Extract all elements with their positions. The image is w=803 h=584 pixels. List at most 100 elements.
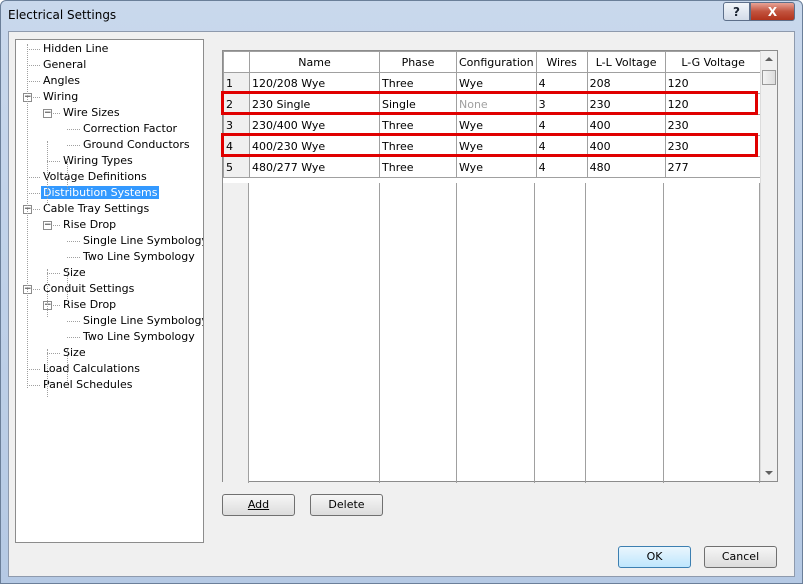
- tree-item-label: Cable Tray Settings: [43, 202, 150, 215]
- settings-tree: Hidden Line General Angles Wiring − Wire Size…: [15, 39, 204, 543]
- tree-item-label: Voltage Definitions: [43, 170, 147, 183]
- scroll-thumb[interactable]: [762, 70, 776, 85]
- tree-connector: [67, 257, 80, 258]
- tree-item-label: General: [43, 58, 87, 71]
- column-header[interactable]: Configuration: [456, 51, 537, 73]
- ok-button[interactable]: OK: [618, 546, 691, 568]
- table-cell[interactable]: 4: [535, 156, 588, 178]
- tree-item-label: Rise Drop: [63, 218, 117, 231]
- tree-item[interactable]: Rise Drop: [61, 297, 118, 313]
- table-row[interactable]: 5 480/277 Wye Three Wye 4 480 277: [223, 156, 762, 178]
- row-highlight-box: [221, 133, 758, 157]
- tree-item[interactable]: Wiring: [41, 89, 80, 105]
- tree-item-label: Size: [63, 266, 86, 279]
- tree-item-label: Conduit Settings: [43, 282, 135, 295]
- tree-item[interactable]: Angles: [41, 73, 82, 89]
- tree-item[interactable]: Wiring Types: [61, 153, 135, 169]
- tree-item[interactable]: Voltage Definitions: [41, 169, 149, 185]
- grid-corner-cell: [223, 51, 250, 73]
- tree-item-label: Two Line Symbology: [83, 250, 195, 263]
- row-number[interactable]: 5: [223, 156, 250, 178]
- tree-guide-line: [67, 269, 68, 301]
- add-button-label: Add: [247, 498, 270, 511]
- column-header[interactable]: L-L Voltage: [586, 51, 666, 73]
- tree-connector: [47, 273, 60, 274]
- column-divider: [663, 183, 664, 483]
- column-header[interactable]: Name: [249, 51, 380, 73]
- tree-guide-line: [67, 349, 68, 381]
- tree-connector: [47, 353, 60, 354]
- tree-connector: [27, 81, 40, 82]
- tree-connector: [27, 369, 40, 370]
- column-divider: [456, 183, 457, 483]
- tree-connector: [27, 193, 40, 194]
- tree-item-label: Single Line Symbology: [83, 234, 204, 247]
- tree-item-label: Correction Factor: [83, 122, 178, 135]
- tree-connector: [67, 129, 80, 130]
- vertical-scrollbar[interactable]: [760, 51, 777, 481]
- column-header[interactable]: Phase: [379, 51, 457, 73]
- table-cell[interactable]: 480/277 Wye: [249, 156, 380, 178]
- tree-item[interactable]: Panel Schedules: [41, 377, 134, 393]
- tree-item[interactable]: Load Calculations: [41, 361, 142, 377]
- tree-connector: [27, 177, 40, 178]
- tree-item[interactable]: Conduit Settings: [41, 281, 136, 297]
- tree-item[interactable]: Correction Factor: [81, 121, 179, 137]
- delete-button[interactable]: Delete: [310, 494, 383, 516]
- tree-item[interactable]: Size: [61, 345, 88, 361]
- table-cell[interactable]: 480: [586, 156, 666, 178]
- help-icon[interactable]: ?: [723, 2, 750, 21]
- tree-item[interactable]: Size: [61, 265, 88, 281]
- column-header[interactable]: Wires: [535, 51, 588, 73]
- dialog-client-area: Hidden Line General Angles Wiring − Wire Size…: [8, 31, 795, 577]
- tree-item[interactable]: Wire Sizes: [61, 105, 122, 121]
- close-icon[interactable]: X: [750, 2, 795, 21]
- tree-item-label: Wiring: [43, 90, 79, 103]
- tree-item[interactable]: Two Line Symbology: [81, 249, 197, 265]
- tree-guide-line: [47, 269, 48, 317]
- collapse-icon[interactable]: −: [43, 221, 52, 230]
- collapse-icon[interactable]: −: [43, 109, 52, 118]
- tree-item-label: Wire Sizes: [63, 106, 120, 119]
- tree-item[interactable]: General: [41, 57, 88, 73]
- row-highlight-box: [221, 91, 758, 115]
- tree-item-label: Angles: [43, 74, 81, 87]
- title-bar[interactable]: Electrical Settings ? X: [1, 1, 802, 31]
- tree-item-label: Load Calculations: [43, 362, 140, 375]
- tree-item[interactable]: Hidden Line: [41, 41, 110, 57]
- tree-connector: [67, 145, 80, 146]
- tree-connector: [27, 49, 40, 50]
- window-title: Electrical Settings: [8, 8, 117, 22]
- tree-connector: [47, 161, 60, 162]
- tree-guide-line: [47, 349, 48, 397]
- cancel-button[interactable]: Cancel: [704, 546, 777, 568]
- tree-item[interactable]: Single Line Symbology: [81, 313, 203, 329]
- table-cell[interactable]: 277: [664, 156, 762, 178]
- scroll-up-arrow-icon[interactable]: [765, 57, 773, 61]
- tree-item[interactable]: Single Line Symbology: [81, 233, 204, 249]
- column-header[interactable]: L-G Voltage: [664, 51, 762, 73]
- tree-item[interactable]: Rise Drop: [61, 217, 118, 233]
- table-cell[interactable]: Three: [379, 156, 457, 178]
- electrical-settings-dialog: Electrical Settings ? X Hidden Line Gener…: [0, 0, 803, 584]
- tree-connector: [67, 321, 80, 322]
- add-button[interactable]: Add: [222, 494, 295, 516]
- tree-item-label: Panel Schedules: [43, 378, 133, 391]
- tree-guide-line: [67, 157, 68, 189]
- scroll-down-arrow-icon[interactable]: [765, 471, 773, 475]
- tree-guide-line: [47, 141, 48, 205]
- tree-item-label: Size: [63, 346, 86, 359]
- tree-item[interactable]: Distribution Systems: [41, 185, 160, 201]
- tree-item[interactable]: Two Line Symbology: [81, 329, 197, 345]
- tree-item[interactable]: Ground Conductors: [81, 137, 192, 153]
- tree-connector: [67, 337, 80, 338]
- tree-item-label: Two Line Symbology: [83, 330, 195, 343]
- tree-item-label: Hidden Line: [43, 42, 109, 55]
- tree-item-label: Distribution Systems: [41, 186, 160, 199]
- tree-guide-line: [27, 44, 28, 388]
- table-cell[interactable]: Wye: [456, 156, 537, 178]
- column-divider: [534, 183, 535, 483]
- grid-header-row: Name Phase Configuration Wires L-L Voltage L-…: [223, 51, 762, 73]
- tree-item[interactable]: Cable Tray Settings: [41, 201, 151, 217]
- tree-item-label: Ground Conductors: [83, 138, 190, 151]
